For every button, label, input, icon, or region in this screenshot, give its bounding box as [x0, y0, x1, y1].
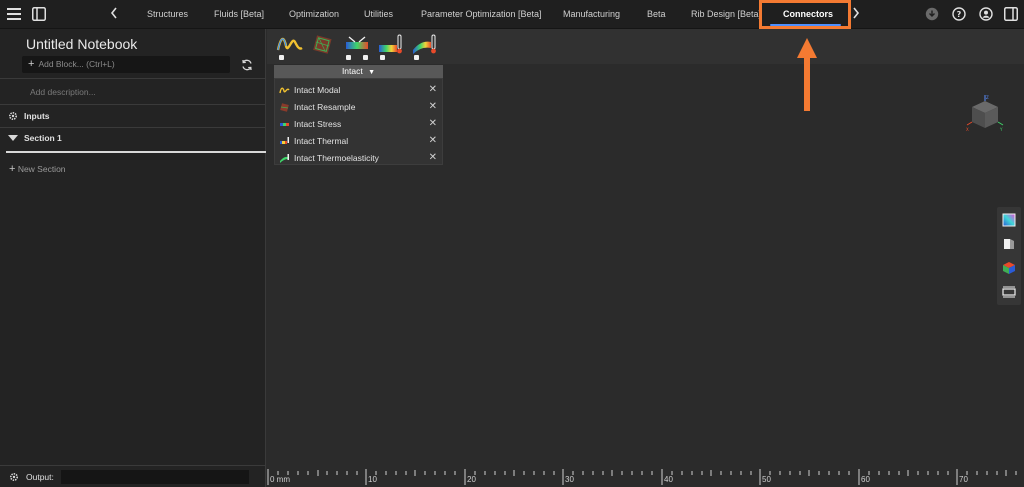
tab-structures[interactable]: Structures [147, 0, 188, 29]
new-section-button[interactable]: + New Section [9, 163, 66, 175]
plus-icon: + [28, 58, 35, 70]
divider [0, 78, 266, 79]
tab-fluids[interactable]: Fluids [Beta] [214, 0, 264, 29]
ruler-label: 50 [762, 475, 771, 484]
intact-dropdown-header[interactable]: Intact ▼ [274, 65, 443, 78]
menu-item-intact-thermal[interactable]: Intact Thermal ✕ [279, 133, 441, 149]
ruler-label: 30 [565, 475, 574, 484]
thermal-icon [280, 136, 289, 144]
inputs-label: Inputs [24, 111, 50, 121]
add-block-input[interactable]: + Add Block... (Ctrl+L) [22, 56, 230, 73]
output-bar: Output: [0, 465, 266, 487]
menu-item-label: Intact Modal [294, 85, 341, 95]
svg-text:Z: Z [986, 95, 989, 100]
hamburger-menu-icon[interactable] [5, 5, 23, 23]
menu-item-label: Intact Stress [294, 119, 342, 129]
shaded-cube-icon[interactable] [1002, 261, 1016, 275]
tab-manufacturing[interactable]: Manufacturing [563, 0, 620, 29]
modal-wave-icon [279, 87, 290, 93]
download-icon[interactable] [923, 5, 941, 23]
ruler-label: 60 [861, 475, 870, 484]
scale-ruler: 0 mm 10 20 30 40 50 60 70 [267, 465, 1024, 487]
menu-item-intact-modal[interactable]: Intact Modal ✕ [279, 82, 441, 98]
section-view-icon[interactable] [1002, 237, 1016, 251]
section-title: Section 1 [24, 133, 62, 143]
tabs-scroll-left-icon[interactable] [110, 7, 118, 22]
close-icon[interactable]: ✕ [429, 101, 437, 112]
inputs-row[interactable]: Inputs [8, 111, 50, 121]
ruler-label: 20 [467, 475, 476, 484]
block-toolbar [267, 29, 1024, 64]
menu-item-label: Intact Thermal [294, 136, 349, 146]
3d-viewport[interactable]: Intact ▼ Intact Modal ✕ Intact Resample … [267, 29, 1024, 487]
new-section-label: New Section [17, 164, 66, 174]
tab-parameter-optimization[interactable]: Parameter Optimization [Beta] [421, 0, 542, 29]
notebook-title[interactable]: Untitled Notebook [26, 36, 137, 52]
ruler-label: 10 [368, 475, 377, 484]
section-header[interactable]: Section 1 [8, 133, 62, 143]
annotation-arrow-icon [797, 38, 817, 111]
caret-down-icon [8, 135, 18, 141]
svg-text:X: X [966, 127, 969, 132]
tab-rib-design[interactable]: Rib Design [Beta] [691, 0, 761, 29]
intact-dropdown-menu: Intact Modal ✕ Intact Resample ✕ Intact … [274, 78, 443, 165]
ruler-label: 40 [664, 475, 673, 484]
divider [0, 104, 266, 105]
add-block-placeholder: Add Block... (Ctrl+L) [38, 59, 115, 69]
stress-icon[interactable] [343, 32, 371, 62]
gear-icon [9, 472, 19, 482]
panel-toggle-icon[interactable] [1002, 5, 1020, 23]
close-icon[interactable]: ✕ [429, 84, 437, 95]
output-field[interactable] [61, 470, 249, 484]
plus-icon: + [9, 163, 16, 175]
dropdown-title: Intact [341, 66, 363, 76]
notebook-sidebar: Untitled Notebook + Add Block... (Ctrl+L)… [0, 29, 266, 465]
resample-icon[interactable] [309, 32, 337, 62]
thermoelasticity-icon[interactable] [411, 32, 439, 62]
tabs-scroll-right-icon[interactable] [852, 7, 860, 22]
description-field[interactable]: Add description... [30, 87, 96, 97]
stress-icon [280, 122, 289, 126]
menu-item-intact-stress[interactable]: Intact Stress ✕ [279, 116, 441, 132]
color-map-icon[interactable] [1002, 213, 1016, 227]
thermal-icon[interactable] [377, 32, 405, 62]
close-icon[interactable]: ✕ [429, 135, 437, 146]
menu-item-label: Intact Resample [294, 102, 356, 112]
resample-icon [280, 102, 289, 112]
caret-down-icon: ▼ [368, 69, 376, 76]
top-bar: Structures Fluids [Beta] Optimization Ut… [0, 0, 1024, 29]
close-icon[interactable]: ✕ [429, 118, 437, 129]
menu-item-intact-thermoelasticity[interactable]: Intact Thermoelasticity ✕ [279, 150, 441, 166]
sync-icon[interactable] [240, 58, 254, 72]
menu-item-label: Intact Thermoelasticity [294, 153, 379, 163]
section-underline [6, 151, 266, 153]
view-cube-icon[interactable]: Z X Y [966, 95, 1004, 133]
sidebar-toggle-icon[interactable] [30, 5, 48, 23]
thermoelasticity-icon [280, 153, 289, 163]
modal-wave-icon[interactable] [276, 32, 304, 62]
ruler-label: 70 [959, 475, 968, 484]
connectors-tab-highlight [759, 0, 851, 29]
svg-text:Y: Y [999, 127, 1003, 132]
gear-icon [8, 111, 18, 121]
menu-item-intact-resample[interactable]: Intact Resample ✕ [279, 99, 441, 115]
close-icon[interactable]: ✕ [429, 152, 437, 163]
help-icon[interactable]: ? [950, 5, 968, 23]
account-icon[interactable] [977, 5, 995, 23]
measure-icon[interactable] [1002, 285, 1016, 299]
ruler-label: 0 mm [270, 475, 290, 484]
divider [0, 127, 266, 128]
viewport-side-toolbar [997, 207, 1021, 305]
tab-beta[interactable]: Beta [647, 0, 666, 29]
ruler-ticks [267, 469, 1017, 485]
tab-optimization[interactable]: Optimization [289, 0, 339, 29]
tab-utilities[interactable]: Utilities [364, 0, 393, 29]
svg-text:?: ? [957, 10, 962, 19]
output-label: Output: [26, 472, 54, 482]
